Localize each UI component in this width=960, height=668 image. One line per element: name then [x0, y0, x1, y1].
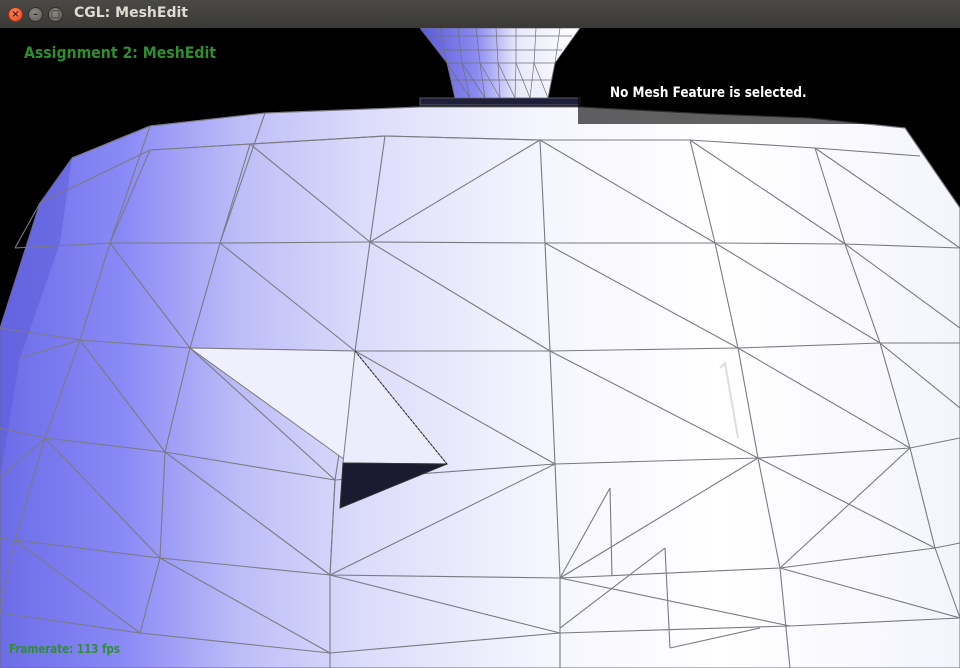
minimize-icon[interactable]: –	[28, 7, 43, 22]
mesh-neck-rim	[419, 97, 581, 106]
app-window: × – □ CGL: MeshEdit Assignment 2: MeshEd…	[0, 0, 960, 668]
maximize-icon[interactable]: □	[48, 7, 63, 22]
assignment-title: Assignment 2: MeshEdit	[24, 43, 217, 62]
close-icon[interactable]: ×	[8, 7, 23, 22]
window-title: CGL: MeshEdit	[74, 5, 188, 21]
mesh-canvas[interactable]	[0, 28, 960, 668]
selection-status: No Mesh Feature is selected.	[610, 85, 807, 101]
title-bar[interactable]: × – □ CGL: MeshEdit	[0, 0, 960, 29]
mesh-viewport[interactable]: Assignment 2: MeshEdit No Mesh Feature i…	[0, 28, 960, 668]
mesh-body	[0, 106, 960, 668]
framerate-label: Framerate: 113 fps	[9, 642, 121, 656]
